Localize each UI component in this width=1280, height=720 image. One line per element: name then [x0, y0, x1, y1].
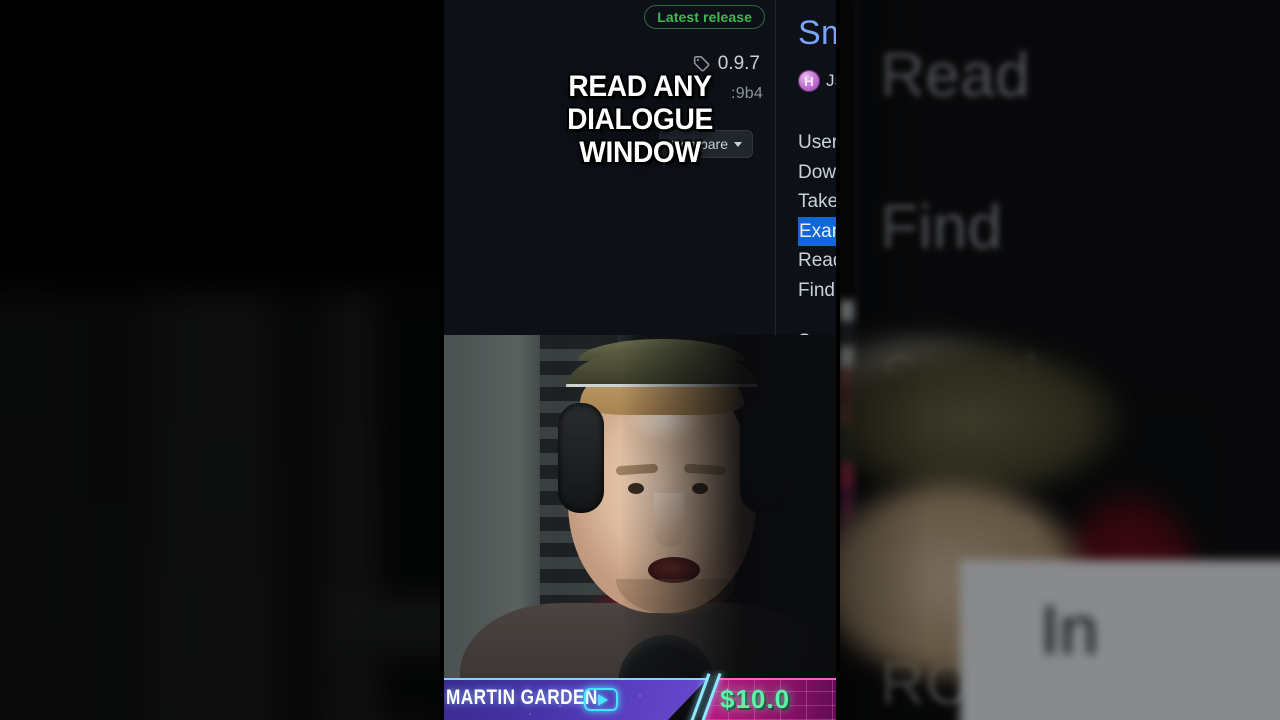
avatar: H	[798, 70, 820, 92]
webcam-overlay	[440, 335, 840, 720]
tag-icon	[693, 55, 711, 73]
compare-button-label: Compare	[670, 136, 728, 152]
release-commit-hash: :9b4	[731, 85, 763, 102]
author-row: H JS	[798, 70, 840, 92]
compare-button[interactable]: Compare	[659, 130, 753, 158]
repo-title[interactable]: Sm	[798, 14, 840, 53]
release-tag-version: 0.9.7	[717, 53, 760, 74]
webcam-vignette	[620, 335, 840, 720]
background-left-darken	[0, 0, 440, 720]
release-meta-column: Latest release 0.9.7 :9b4 Compare	[440, 0, 775, 340]
list-item: Find	[798, 279, 835, 301]
list-item: Down	[798, 161, 840, 183]
price-label: $10.0	[720, 684, 791, 714]
background-right-darken	[840, 0, 1280, 720]
chevron-down-icon	[734, 141, 742, 147]
list-item: Read	[798, 250, 840, 271]
headphone-earcup-left	[558, 403, 604, 513]
release-tag-row: 0.9.7	[693, 53, 760, 75]
channel-name: MARTIN GARDEN	[446, 686, 598, 709]
list-item-selected[interactable]: Exam	[798, 216, 840, 246]
column-edge-left	[440, 0, 444, 720]
column-edge-right	[836, 0, 840, 720]
background-right-half: Read Find Speci Apple ROM In	[840, 0, 1280, 720]
youtube-play-icon[interactable]	[584, 688, 618, 711]
latest-release-badge: Latest release	[644, 5, 765, 29]
list-item: Take	[798, 191, 839, 212]
background-left-half	[0, 0, 440, 720]
list-gap	[798, 305, 840, 327]
lower-third-banner: MARTIN GARDEN $10.0	[440, 670, 840, 720]
vertical-video-column: Latest release 0.9.7 :9b4 Compare Sm H J…	[440, 0, 840, 720]
list-item: Users	[798, 132, 840, 153]
